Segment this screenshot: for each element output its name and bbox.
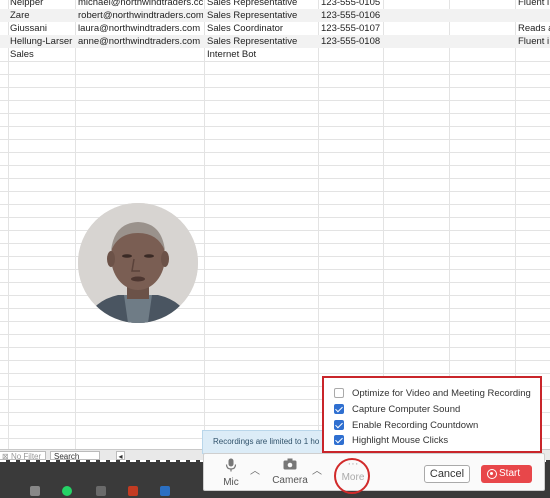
recording-limit-notice: Recordings are limited to 1 ho [202,430,327,454]
cell-last-name[interactable]: Hellung-Larser [8,35,74,48]
whatsapp-icon[interactable] [62,486,72,496]
mic-icon [225,458,237,472]
cell-notes[interactable]: Reads a [516,22,550,35]
table-row[interactable]: Hellung-Larser anne@northwindtraders.com… [0,35,550,48]
cell-job-title[interactable]: Sales Representative [205,35,317,48]
cell-email[interactable]: anne@northwindtraders.com [76,35,203,48]
record-icon [487,469,497,479]
table-row[interactable]: Giussani laura@northwindtraders.com Sale… [0,22,550,35]
option-label: Capture Computer Sound [352,404,461,415]
camera-label: Camera [272,475,308,486]
cell-phone[interactable]: 123-555-0107 [319,22,383,35]
taskbar-app-icon[interactable] [96,486,106,496]
checkbox-unchecked[interactable] [334,388,344,398]
cancel-button[interactable]: Cancel [424,465,470,483]
table-row[interactable]: Neipper michael@northwindtraders.cc Sale… [0,0,550,9]
option-label: Enable Recording Countdown [352,420,479,431]
mic-label: Mic [223,477,239,488]
option-label: Highlight Mouse Clicks [352,435,449,446]
cell-email[interactable]: michael@northwindtraders.cc [76,0,203,9]
cell-email[interactable]: robert@northwindtraders.com [76,9,203,22]
option-label: Optimize for Video and Meeting Recording [352,388,531,399]
webcam-face-image [78,203,198,323]
cell-notes[interactable]: Fluent i [516,0,550,9]
cell-phone[interactable]: 123-555-0105 [319,0,383,9]
taskbar-app-icon[interactable] [128,486,138,496]
search-input[interactable]: Search [50,451,100,461]
cell-phone[interactable] [319,48,383,61]
more-options-popup: Optimize for Video and Meeting Recording… [322,376,542,453]
cell-job-title[interactable]: Sales Coordinator [205,22,317,35]
webcam-preview[interactable] [78,203,198,323]
cell-last-name[interactable]: Neipper [8,0,74,9]
cell-notes[interactable]: Fluent i [516,35,550,48]
table-row[interactable]: Zare robert@northwindtraders.com Sales R… [0,9,550,22]
start-recording-button[interactable]: Start [481,465,532,483]
cell-email[interactable]: laura@northwindtraders.com [76,22,203,35]
mic-button[interactable]: Mic [216,458,246,488]
no-filter-button[interactable]: ⊠ No Filter [0,451,46,461]
cell-last-name[interactable]: Giussani [8,22,74,35]
cell-notes[interactable] [516,9,550,22]
taskbar-app-icon[interactable] [30,486,40,496]
start-label: Start [499,468,521,479]
cell-job-title[interactable]: Sales Representative [205,9,317,22]
checkbox-checked[interactable] [334,404,344,414]
cell-phone[interactable]: 123-555-0108 [319,35,383,48]
camera-options-chevron-up-icon[interactable]: ︿ [312,462,322,477]
cell-email[interactable] [76,48,203,61]
camera-icon [283,458,297,470]
cell-last-name[interactable]: Zare [8,9,74,22]
more-highlight-ring [334,458,370,494]
camera-button[interactable]: Camera [270,458,310,486]
taskbar-app-icon[interactable] [160,486,170,496]
scroll-left-button[interactable]: ◂ [116,451,125,461]
cell-job-title[interactable]: Internet Bot [205,48,317,61]
table-row[interactable]: Sales Internet Bot [0,48,550,61]
cell-last-name[interactable]: Sales [8,48,74,61]
cell-job-title[interactable]: Sales Representative [205,0,317,9]
cell-notes[interactable] [516,48,550,61]
checkbox-checked[interactable] [334,420,344,430]
cell-phone[interactable]: 123-555-0106 [319,9,383,22]
mic-options-chevron-up-icon[interactable]: ︿ [250,462,260,477]
checkbox-checked[interactable] [334,435,344,445]
